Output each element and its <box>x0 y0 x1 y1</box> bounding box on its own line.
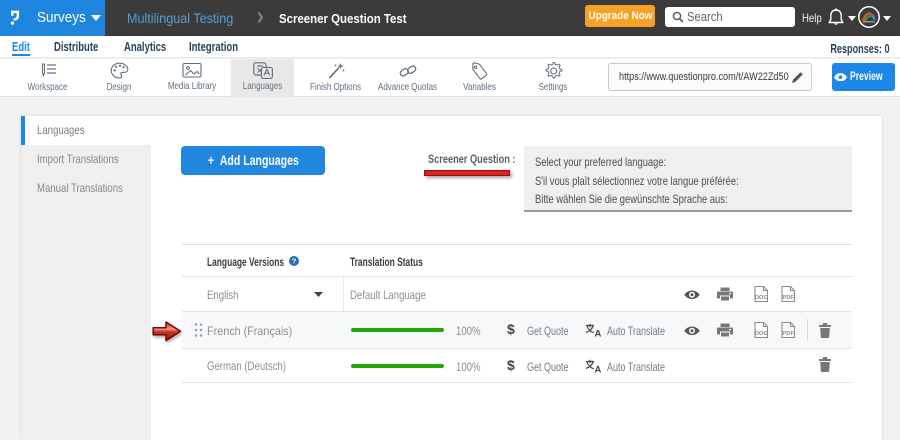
svg-text:?: ? <box>292 257 297 266</box>
